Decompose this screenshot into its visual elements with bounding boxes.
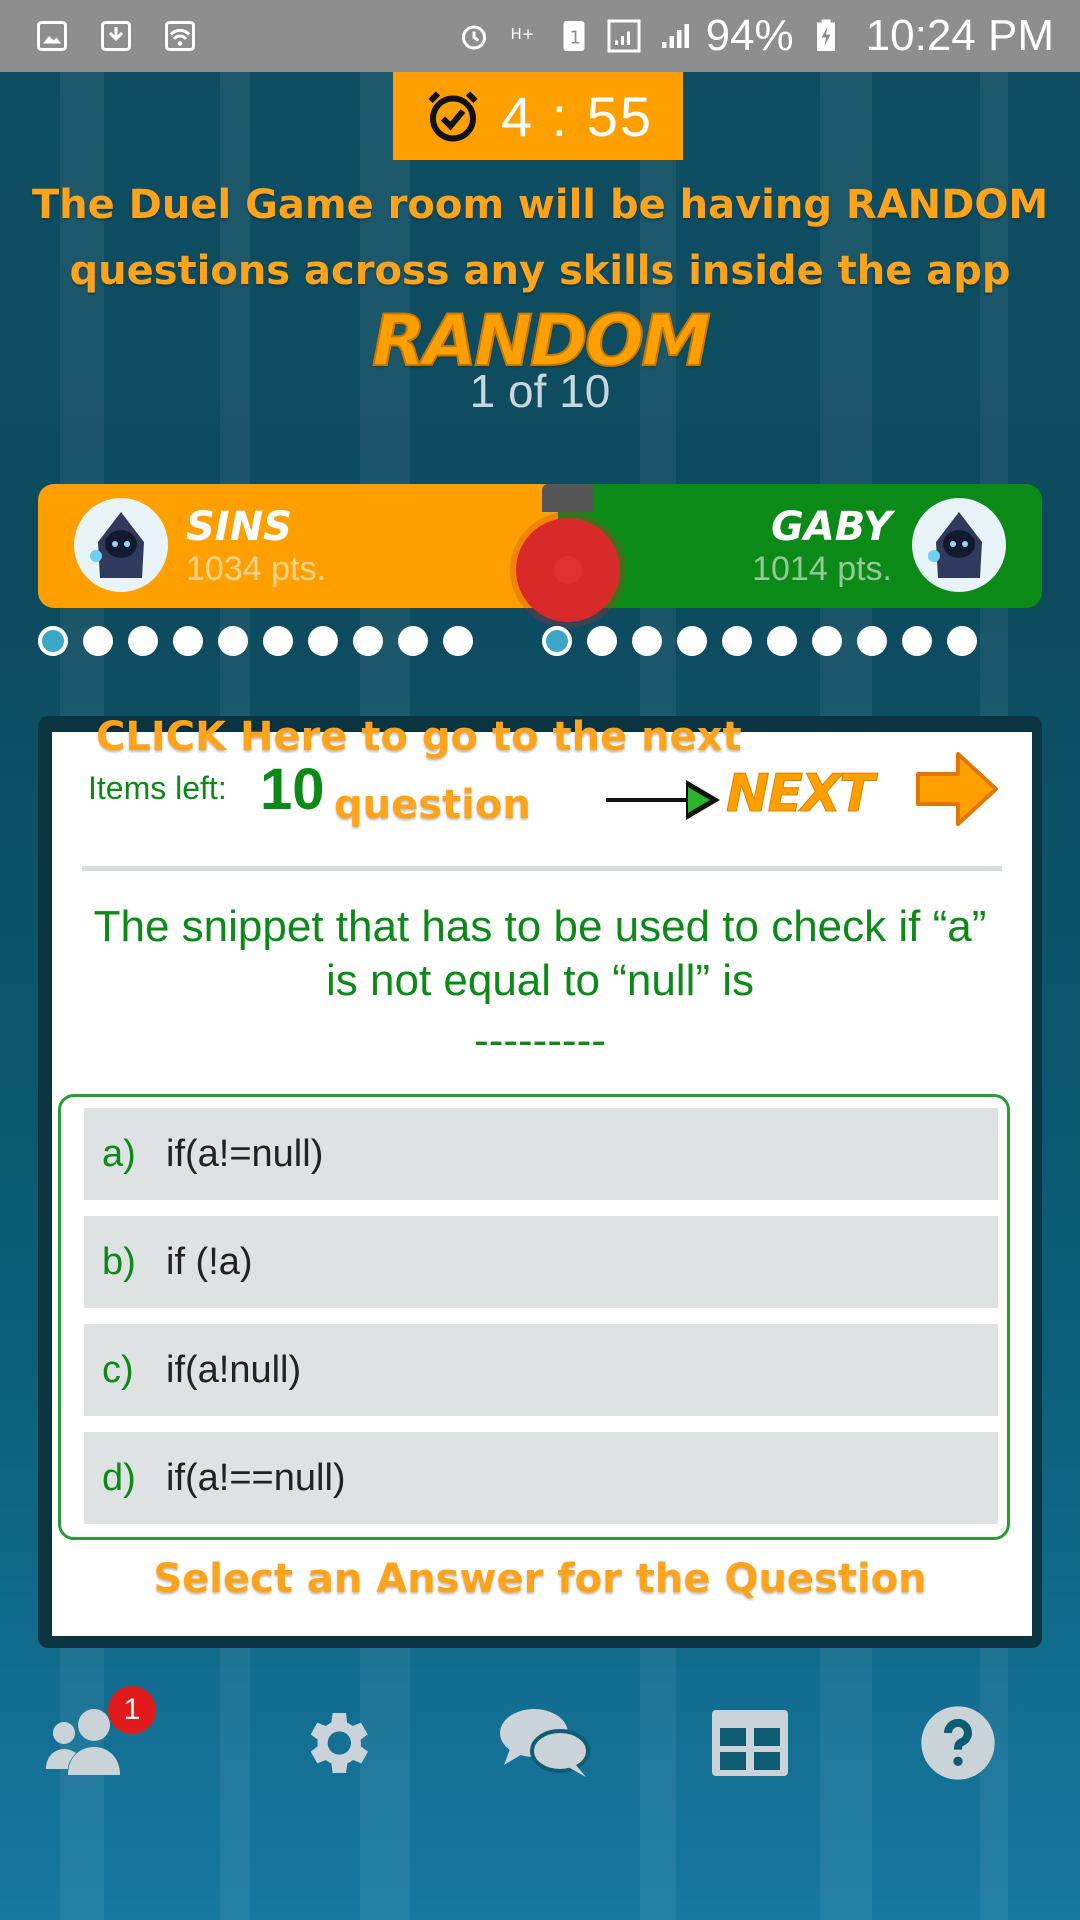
intro-caption: The Duel Game room will be having RANDOM…: [20, 172, 1060, 304]
answer-text: if (!a): [166, 1240, 253, 1283]
player-right-name: GABY: [770, 504, 892, 550]
progress-dot: [308, 626, 338, 656]
status-bar: H+ 1 94% 10:24 PM: [0, 0, 1080, 72]
question-body: The snippet that has to be used to check…: [93, 902, 987, 1005]
progress-dot: [128, 626, 158, 656]
progress-dot: [632, 626, 662, 656]
answer-letter: a): [102, 1132, 136, 1175]
select-answer-hint: Select an Answer for the Question: [153, 1556, 927, 1602]
intro-line-1: The Duel Game room will be having RANDOM: [31, 182, 1049, 228]
card-divider: [82, 866, 1002, 871]
answer-option-b[interactable]: b) if (!a): [84, 1216, 998, 1308]
chat-button[interactable]: [484, 1688, 604, 1798]
battery-percent: 94%: [705, 11, 794, 60]
settings-button[interactable]: [276, 1688, 396, 1798]
answer-option-c[interactable]: c) if(a!null): [84, 1324, 998, 1416]
avatar: [74, 498, 168, 592]
gallery-icon: [37, 21, 67, 51]
friends-notification-badge: 1: [108, 1686, 156, 1734]
answer-list: a) if(a!=null) b) if (!a) c) if(a!null) …: [58, 1094, 1010, 1540]
alarm-icon: [461, 25, 486, 50]
signal-icon: [661, 24, 689, 48]
player-right-progress: [542, 626, 977, 656]
help-button[interactable]: [898, 1688, 1018, 1798]
player-left-panel: SINS 1034 pts.: [38, 484, 558, 608]
vs-bomb-cap: [542, 484, 594, 512]
progress-dot: [767, 626, 797, 656]
progress-dot: [173, 626, 203, 656]
settings-icon: [310, 1713, 368, 1773]
player-left-name: SINS: [186, 504, 292, 550]
progress-dot: [263, 626, 293, 656]
player-right-panel: GABY 1014 pts.: [558, 484, 1042, 608]
wizard-avatar-icon: [928, 512, 982, 578]
player-left-points: 1034 pts.: [186, 550, 326, 588]
answer-text: if(a!null): [166, 1348, 302, 1391]
progress-dot: [587, 626, 617, 656]
countdown-timer: 4 : 55: [393, 72, 683, 160]
progress-dot: [902, 626, 932, 656]
clock-time: 10:24 PM: [865, 11, 1054, 60]
progress-dot: [722, 626, 752, 656]
sim1-icon: 1: [563, 21, 585, 51]
answer-letter: c): [102, 1348, 134, 1391]
player-left-progress: [38, 626, 473, 656]
progress-dot: [398, 626, 428, 656]
progress-dot: [542, 626, 572, 656]
answer-text: if(a!==null): [166, 1456, 346, 1499]
progress-dot: [83, 626, 113, 656]
answer-option-a[interactable]: a) if(a!=null): [84, 1108, 998, 1200]
progress-dot: [947, 626, 977, 656]
progress-dot: [857, 626, 887, 656]
answer-letter: b): [102, 1240, 136, 1283]
hplus-data-icon: H+: [510, 25, 534, 43]
next-arrow-icon[interactable]: [912, 744, 1002, 834]
progress-dot: [677, 626, 707, 656]
items-left-label: Items left:: [88, 770, 227, 806]
progress-dot: [812, 626, 842, 656]
question-text: The snippet that has to be used to check…: [90, 900, 990, 1068]
hint-arrow: [606, 798, 690, 802]
progress-dot: [443, 626, 473, 656]
hint-arrow-head-fill: [688, 787, 710, 813]
next-button[interactable]: NEXT: [726, 764, 876, 825]
intro-line-2: questions across any skills inside the a…: [69, 248, 1011, 294]
alarm-clock-icon: [428, 91, 478, 142]
chat-icon: [500, 1709, 590, 1777]
leaderboard-button[interactable]: [690, 1688, 810, 1798]
svg-text:1: 1: [569, 28, 580, 49]
progress-dot: [38, 626, 68, 656]
timer-value: 4 : 55: [500, 84, 654, 148]
wifi-icon: [165, 21, 195, 51]
next-hint-line-2: question: [334, 782, 531, 828]
wizard-avatar-icon: [90, 512, 144, 578]
answer-option-d[interactable]: d) if(a!==null): [84, 1432, 998, 1524]
answer-text: if(a!=null): [166, 1132, 324, 1175]
bottom-nav: [0, 1688, 1080, 1798]
question-counter: 1 of 10: [469, 365, 611, 417]
help-icon: [921, 1706, 995, 1780]
battery-charging-icon: [816, 19, 835, 51]
signal-icon: [607, 19, 641, 53]
answer-letter: d): [102, 1456, 136, 1499]
svg-text:H+: H+: [510, 25, 534, 43]
leaderboard-icon: [712, 1710, 788, 1776]
question-blank: ---------: [474, 1016, 606, 1065]
player-right-points: 1014 pts.: [752, 550, 892, 588]
progress-dot: [353, 626, 383, 656]
next-hint-line-1: CLICK Here to go to the next: [96, 714, 742, 760]
vs-bomb-icon: [516, 518, 620, 622]
avatar: [912, 498, 1006, 592]
download-icon: [101, 21, 131, 51]
items-left-count: 10: [260, 757, 325, 822]
progress-dot: [218, 626, 248, 656]
